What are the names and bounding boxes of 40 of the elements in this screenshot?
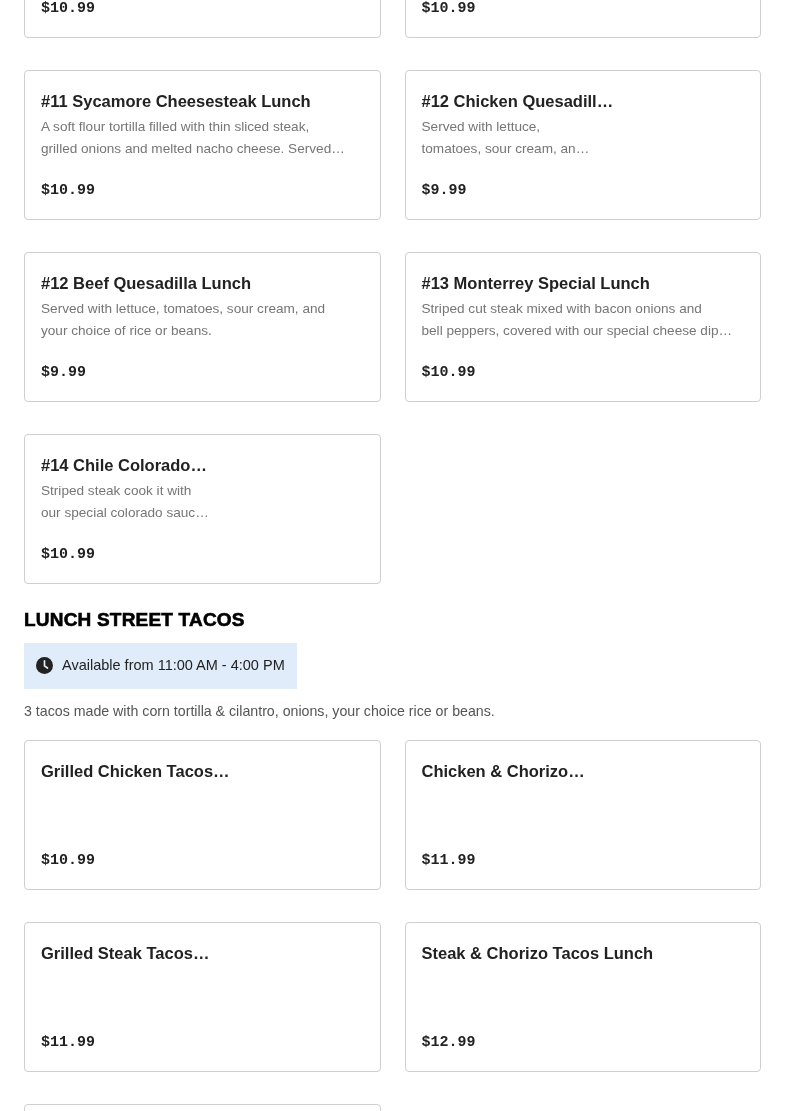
item-price: $9.99 (421, 181, 468, 201)
section-heading: LUNCH STREET TACOS (24, 608, 246, 632)
availability-text: Available from 11:00 AM - 4:00 PM (62, 655, 285, 675)
item-title: #14 Chile Colorado… (41, 455, 208, 476)
menu-item-card[interactable]: $10.99 (404, 0, 761, 38)
item-title: Grilled Steak Tacos… (41, 942, 211, 964)
item-price: $10.99 (41, 850, 96, 871)
item-title: #12 Chicken Quesadill… (421, 91, 615, 112)
item-price: $9.99 (41, 363, 87, 383)
menu-item-card[interactable]: #12 Beef Quesadilla Lunch Served with lettuce, tomatoes, sour cream, and your choice of rice or beans. $9.99 (24, 252, 381, 402)
menu-item-card[interactable]: Steak & Chorizo Tacos Lunch $12.99 (404, 921, 761, 1072)
item-title: #12 Beef Quesadilla Lunch (41, 273, 252, 294)
item-description: Striped steak cook it with our special colorado sauc… (41, 482, 210, 522)
item-price: $10.99 (421, 0, 477, 19)
clock-icon (36, 657, 53, 674)
item-price: $11.99 (41, 1032, 96, 1053)
item-price: $10.99 (421, 363, 477, 383)
item-title: #13 Monterrey Special Lunch (421, 273, 651, 294)
item-price: $10.99 (41, 545, 96, 565)
menu-item-card[interactable]: Grilled Chicken Tacos… $10.99 (24, 739, 381, 890)
item-description: Served with lettuce, tomatoes, sour cream, an… (421, 118, 591, 158)
item-price: $11.99 (421, 850, 477, 871)
item-price: $10.99 (41, 181, 96, 201)
menu-item-card[interactable]: #12 Chicken Quesadill… Served with lettuce, tomatoes, sour cream, an… $9.99 (404, 70, 761, 220)
section-description: 3 tacos made with corn tortilla & cilantro, onions, your choice rice or beans. (24, 701, 496, 721)
menu-item-card[interactable]: Grilled Steak Tacos… $11.99 (24, 921, 381, 1072)
item-description: A soft flour tortilla filled with thin sliced steak, grilled onions and melted nacho cheese. Served… (41, 118, 346, 158)
item-title: Grilled Chicken Tacos… (41, 760, 231, 782)
item-description: Served with lettuce, tomatoes, sour cream, and your choice of rice or beans. (41, 300, 327, 340)
item-title: Chicken & Chorizo… (421, 760, 586, 782)
menu-item-card[interactable]: #13 Monterrey Special Lunch Striped cut steak mixed with bacon onions and bell peppers, covered with our special cheese dip… $10.99 (404, 252, 761, 402)
item-title: #11 Sycamore Cheesesteak Lunch (41, 91, 312, 112)
item-price: $10.99 (41, 0, 96, 19)
item-price: $12.99 (421, 1032, 477, 1053)
menu-item-card[interactable]: $10.99 (24, 0, 381, 38)
menu-item-card[interactable]: #14 Chile Colorado… Striped steak cook it with our special colorado sauc… $10.99 (24, 434, 381, 584)
item-title: Steak & Chorizo Tacos Lunch (421, 942, 655, 964)
menu-item-card[interactable]: #11 Sycamore Cheesesteak Lunch A soft flour tortilla filled with thin sliced steak, grilled onions and melted nacho cheese. Served… $10.99 (24, 70, 381, 220)
menu-item-card[interactable]: Chicken & Chorizo… $11.99 (404, 739, 761, 890)
item-description: Striped cut steak mixed with bacon onions and bell peppers, covered with our special cheese dip… (421, 300, 734, 340)
